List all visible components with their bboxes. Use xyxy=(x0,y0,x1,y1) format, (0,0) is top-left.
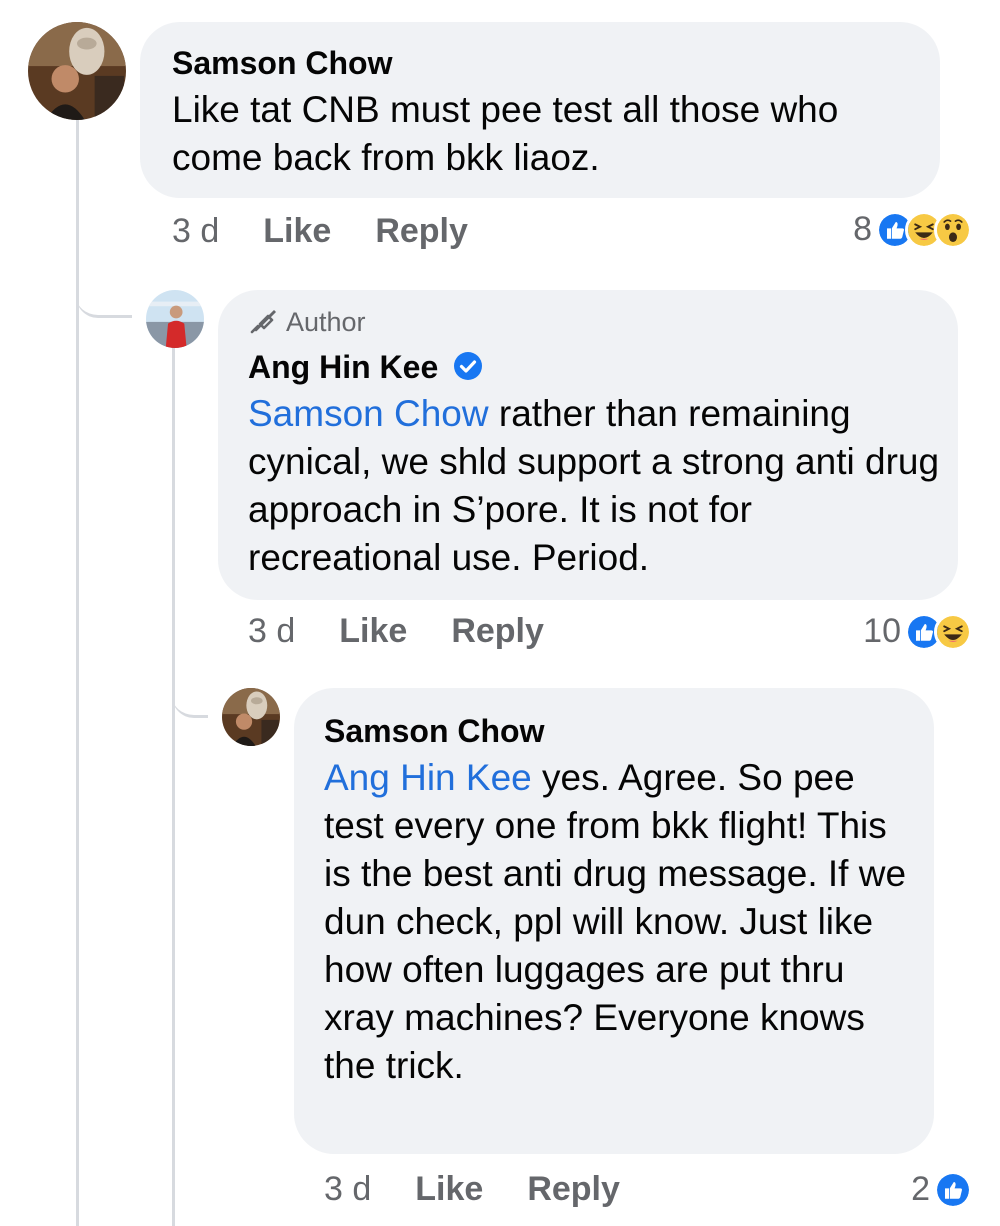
author-badge-label: Author xyxy=(286,306,366,337)
thread-line-reply xyxy=(172,346,175,1226)
reply-button[interactable]: Reply xyxy=(451,612,544,651)
comment-author-name[interactable]: Ang Hin Kee xyxy=(248,348,483,386)
comment-author-name[interactable]: Samson Chow xyxy=(324,712,544,750)
comment-text: Samson Chow rather than remaining cynica… xyxy=(248,390,948,582)
reply-button[interactable]: Reply xyxy=(375,212,468,251)
like-button[interactable]: Like xyxy=(339,612,407,651)
comment-actions: 3 d Like Reply xyxy=(248,612,588,651)
comment-author-name[interactable]: Samson Chow xyxy=(172,44,392,82)
comment-actions: 3 d Like Reply xyxy=(172,212,512,251)
comment-timestamp[interactable]: 3 d xyxy=(248,612,295,651)
comment-body: yes. Agree. So pee test every one from b… xyxy=(324,757,907,1086)
reply-button[interactable]: Reply xyxy=(527,1170,620,1209)
reaction-summary[interactable]: 8 xyxy=(853,210,972,249)
reaction-summary[interactable]: 2 xyxy=(911,1170,972,1209)
like-button[interactable]: Like xyxy=(415,1170,483,1209)
like-icon xyxy=(934,1170,972,1209)
author-badge: Author xyxy=(248,306,366,338)
reaction-count: 8 xyxy=(853,210,872,248)
avatar[interactable] xyxy=(28,22,126,120)
wow-icon xyxy=(934,210,972,249)
thread-connector-reply-1 xyxy=(76,270,132,318)
comment-text: Ang Hin Kee yes. Agree. So pee test ever… xyxy=(324,754,914,1090)
haha-icon xyxy=(934,612,972,651)
comment-text: Like tat CNB must pee test all those who… xyxy=(172,89,839,178)
comment-actions: 3 d Like Reply xyxy=(324,1170,664,1209)
avatar[interactable] xyxy=(146,290,204,348)
megaphone-icon xyxy=(250,310,276,334)
author-name-text: Ang Hin Kee xyxy=(248,349,439,385)
profile-photo-samson xyxy=(222,688,280,746)
reaction-count: 2 xyxy=(911,1170,930,1208)
reaction-summary[interactable]: 10 xyxy=(863,612,972,651)
profile-photo-samson xyxy=(28,22,126,120)
comment-timestamp[interactable]: 3 d xyxy=(324,1170,371,1209)
reaction-count: 10 xyxy=(863,612,901,650)
mention-link[interactable]: Ang Hin Kee xyxy=(324,757,532,798)
avatar[interactable] xyxy=(222,688,280,746)
profile-photo-ang xyxy=(146,290,204,348)
thread-connector-reply-2 xyxy=(172,672,208,718)
like-button[interactable]: Like xyxy=(263,212,331,251)
verified-badge-icon xyxy=(454,352,483,380)
mention-link[interactable]: Samson Chow xyxy=(248,393,489,434)
comment-timestamp[interactable]: 3 d xyxy=(172,212,219,251)
